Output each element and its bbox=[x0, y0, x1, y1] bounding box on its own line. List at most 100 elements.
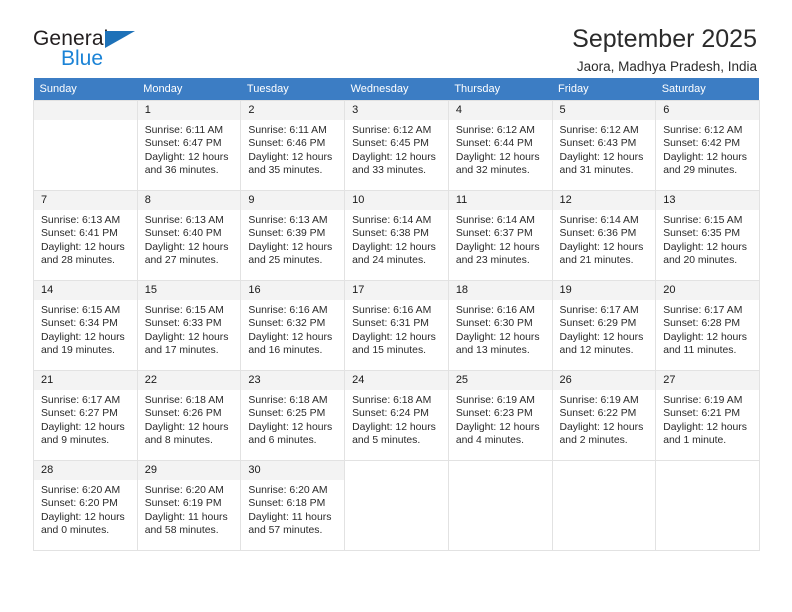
day-cell[interactable]: 26 Sunrise: 6:19 AM Sunset: 6:22 PM Dayl… bbox=[552, 370, 657, 461]
daylight-line-2: and 27 minutes. bbox=[144, 255, 219, 267]
weekday-header-wednesday: Wednesday bbox=[344, 78, 449, 101]
daylight-line-1: Daylight: 12 hours bbox=[559, 421, 644, 433]
sunrise-line: Sunrise: 6:16 AM bbox=[455, 305, 535, 316]
day-cell[interactable]: 18 Sunrise: 6:16 AM Sunset: 6:30 PM Dayl… bbox=[448, 280, 553, 371]
day-details: Sunrise: 6:13 AM Sunset: 6:41 PM Dayligh… bbox=[34, 210, 137, 268]
daylight-line-2: and 29 minutes. bbox=[663, 165, 738, 177]
day-cell[interactable]: 6 Sunrise: 6:12 AM Sunset: 6:42 PM Dayli… bbox=[655, 100, 760, 191]
daylight-line-1: Daylight: 12 hours bbox=[455, 331, 540, 343]
day-cell[interactable]: 7 Sunrise: 6:13 AM Sunset: 6:41 PM Dayli… bbox=[33, 190, 138, 281]
daylight-line-1: Daylight: 12 hours bbox=[248, 331, 333, 343]
calendar-week-row: 14 Sunrise: 6:15 AM Sunset: 6:34 PM Dayl… bbox=[33, 280, 760, 371]
day-cell[interactable]: 14 Sunrise: 6:15 AM Sunset: 6:34 PM Dayl… bbox=[33, 280, 138, 371]
day-number: 10 bbox=[345, 191, 448, 210]
daylight-line-1: Daylight: 11 hours bbox=[248, 511, 332, 523]
day-cell[interactable]: 30 Sunrise: 6:20 AM Sunset: 6:18 PM Dayl… bbox=[240, 460, 346, 551]
day-cell[interactable]: 3 Sunrise: 6:12 AM Sunset: 6:45 PM Dayli… bbox=[344, 100, 449, 191]
sunrise-line: Sunrise: 6:20 AM bbox=[41, 485, 121, 496]
daylight-line-2: and 19 minutes. bbox=[41, 345, 115, 357]
daylight-line-1: Daylight: 12 hours bbox=[663, 421, 747, 433]
day-details: Sunrise: 6:14 AM Sunset: 6:36 PM Dayligh… bbox=[553, 210, 656, 268]
sunset-line: Sunset: 6:30 PM bbox=[455, 318, 533, 330]
day-cell[interactable]: 5 Sunrise: 6:12 AM Sunset: 6:43 PM Dayli… bbox=[552, 100, 657, 191]
day-details: Sunrise: 6:20 AM Sunset: 6:19 PM Dayligh… bbox=[138, 480, 241, 538]
day-cell[interactable]: 21 Sunrise: 6:17 AM Sunset: 6:27 PM Dayl… bbox=[33, 370, 138, 461]
day-cell[interactable]: 12 Sunrise: 6:14 AM Sunset: 6:36 PM Dayl… bbox=[552, 190, 657, 281]
daylight-line-2: and 1 minute. bbox=[663, 435, 727, 447]
day-cell-empty bbox=[655, 460, 760, 551]
day-number: 3 bbox=[345, 101, 448, 120]
day-details: Sunrise: 6:13 AM Sunset: 6:39 PM Dayligh… bbox=[241, 210, 344, 268]
day-cell[interactable]: 8 Sunrise: 6:13 AM Sunset: 6:40 PM Dayli… bbox=[137, 190, 242, 281]
sunrise-line: Sunrise: 6:13 AM bbox=[144, 215, 224, 226]
daylight-line-2: and 25 minutes. bbox=[248, 255, 323, 267]
day-details: Sunrise: 6:14 AM Sunset: 6:37 PM Dayligh… bbox=[449, 210, 552, 268]
sunset-line: Sunset: 6:21 PM bbox=[663, 408, 741, 420]
sunset-line: Sunset: 6:47 PM bbox=[144, 138, 222, 150]
daylight-line-2: and 9 minutes. bbox=[41, 435, 110, 447]
daylight-line-1: Daylight: 12 hours bbox=[559, 241, 644, 253]
sunset-line: Sunset: 6:31 PM bbox=[352, 318, 429, 330]
day-cell[interactable]: 10 Sunrise: 6:14 AM Sunset: 6:38 PM Dayl… bbox=[344, 190, 449, 281]
day-details: Sunrise: 6:17 AM Sunset: 6:28 PM Dayligh… bbox=[656, 300, 759, 358]
day-cell[interactable]: 9 Sunrise: 6:13 AM Sunset: 6:39 PM Dayli… bbox=[240, 190, 346, 281]
calendar-week-row: 1 Sunrise: 6:11 AM Sunset: 6:47 PM Dayli… bbox=[33, 100, 760, 191]
day-number: 23 bbox=[241, 371, 345, 390]
day-cell[interactable]: 20 Sunrise: 6:17 AM Sunset: 6:28 PM Dayl… bbox=[655, 280, 760, 371]
daylight-line-2: and 33 minutes. bbox=[352, 165, 427, 177]
sunset-line: Sunset: 6:44 PM bbox=[455, 138, 533, 150]
day-cell[interactable]: 29 Sunrise: 6:20 AM Sunset: 6:19 PM Dayl… bbox=[137, 460, 242, 551]
day-cell[interactable]: 22 Sunrise: 6:18 AM Sunset: 6:26 PM Dayl… bbox=[137, 370, 242, 461]
sunset-line: Sunset: 6:24 PM bbox=[352, 408, 429, 420]
day-number: 18 bbox=[448, 281, 552, 300]
day-cell[interactable]: 15 Sunrise: 6:15 AM Sunset: 6:33 PM Dayl… bbox=[137, 280, 242, 371]
sunset-line: Sunset: 6:19 PM bbox=[144, 498, 222, 510]
logo-triangle-icon bbox=[105, 31, 135, 48]
daylight-line-2: and 32 minutes. bbox=[455, 165, 530, 177]
daylight-line-1: Daylight: 12 hours bbox=[352, 421, 436, 433]
daylight-line-2: and 11 minutes. bbox=[663, 345, 737, 357]
day-number: 20 bbox=[656, 281, 759, 300]
sunrise-line: Sunrise: 6:13 AM bbox=[248, 215, 328, 226]
daylight-line-1: Daylight: 11 hours bbox=[144, 511, 228, 523]
day-cell[interactable]: 25 Sunrise: 6:19 AM Sunset: 6:23 PM Dayl… bbox=[448, 370, 553, 461]
day-cell[interactable]: 19 Sunrise: 6:17 AM Sunset: 6:29 PM Dayl… bbox=[552, 280, 657, 371]
day-cell[interactable]: 28 Sunrise: 6:20 AM Sunset: 6:20 PM Dayl… bbox=[33, 460, 138, 551]
daylight-line-2: and 17 minutes. bbox=[144, 345, 219, 357]
daylight-line-2: and 20 minutes. bbox=[663, 255, 738, 267]
day-number: 30 bbox=[241, 461, 345, 480]
calendar-week-row: 21 Sunrise: 6:17 AM Sunset: 6:27 PM Dayl… bbox=[33, 370, 760, 461]
sunrise-line: Sunrise: 6:14 AM bbox=[455, 215, 535, 226]
sunset-line: Sunset: 6:46 PM bbox=[248, 138, 326, 150]
day-cell[interactable]: 1 Sunrise: 6:11 AM Sunset: 6:47 PM Dayli… bbox=[137, 100, 242, 191]
weekday-header-tuesday: Tuesday bbox=[240, 78, 345, 101]
day-cell[interactable]: 16 Sunrise: 6:16 AM Sunset: 6:32 PM Dayl… bbox=[240, 280, 346, 371]
sunset-line: Sunset: 6:28 PM bbox=[663, 318, 741, 330]
day-cell[interactable]: 2 Sunrise: 6:11 AM Sunset: 6:46 PM Dayli… bbox=[240, 100, 346, 191]
day-cell[interactable]: 17 Sunrise: 6:16 AM Sunset: 6:31 PM Dayl… bbox=[344, 280, 449, 371]
day-cell[interactable]: 23 Sunrise: 6:18 AM Sunset: 6:25 PM Dayl… bbox=[240, 370, 346, 461]
day-number: 27 bbox=[656, 371, 759, 390]
sunset-line: Sunset: 6:35 PM bbox=[663, 228, 741, 240]
day-details: Sunrise: 6:17 AM Sunset: 6:27 PM Dayligh… bbox=[34, 390, 137, 448]
weekday-header-thursday: Thursday bbox=[448, 78, 553, 101]
day-details: Sunrise: 6:19 AM Sunset: 6:23 PM Dayligh… bbox=[449, 390, 552, 448]
sunrise-line: Sunrise: 6:19 AM bbox=[663, 395, 743, 406]
day-details: Sunrise: 6:15 AM Sunset: 6:34 PM Dayligh… bbox=[34, 300, 137, 358]
weekday-header-monday: Monday bbox=[137, 78, 241, 101]
sunrise-line: Sunrise: 6:13 AM bbox=[41, 215, 121, 226]
day-details: Sunrise: 6:18 AM Sunset: 6:26 PM Dayligh… bbox=[138, 390, 241, 448]
sunset-line: Sunset: 6:37 PM bbox=[455, 228, 533, 240]
day-cell[interactable]: 27 Sunrise: 6:19 AM Sunset: 6:21 PM Dayl… bbox=[655, 370, 760, 461]
general-blue-logo: General Blue bbox=[33, 26, 143, 78]
day-cell[interactable]: 11 Sunrise: 6:14 AM Sunset: 6:37 PM Dayl… bbox=[448, 190, 553, 281]
day-cell[interactable]: 24 Sunrise: 6:18 AM Sunset: 6:24 PM Dayl… bbox=[344, 370, 449, 461]
daylight-line-1: Daylight: 12 hours bbox=[352, 241, 436, 253]
day-number: 29 bbox=[137, 461, 241, 480]
sunrise-line: Sunrise: 6:15 AM bbox=[663, 215, 743, 226]
day-cell[interactable]: 13 Sunrise: 6:15 AM Sunset: 6:35 PM Dayl… bbox=[655, 190, 760, 281]
sunrise-line: Sunrise: 6:12 AM bbox=[559, 125, 639, 136]
day-number: 9 bbox=[241, 191, 345, 210]
day-details: Sunrise: 6:12 AM Sunset: 6:43 PM Dayligh… bbox=[553, 120, 656, 178]
day-cell[interactable]: 4 Sunrise: 6:12 AM Sunset: 6:44 PM Dayli… bbox=[448, 100, 553, 191]
